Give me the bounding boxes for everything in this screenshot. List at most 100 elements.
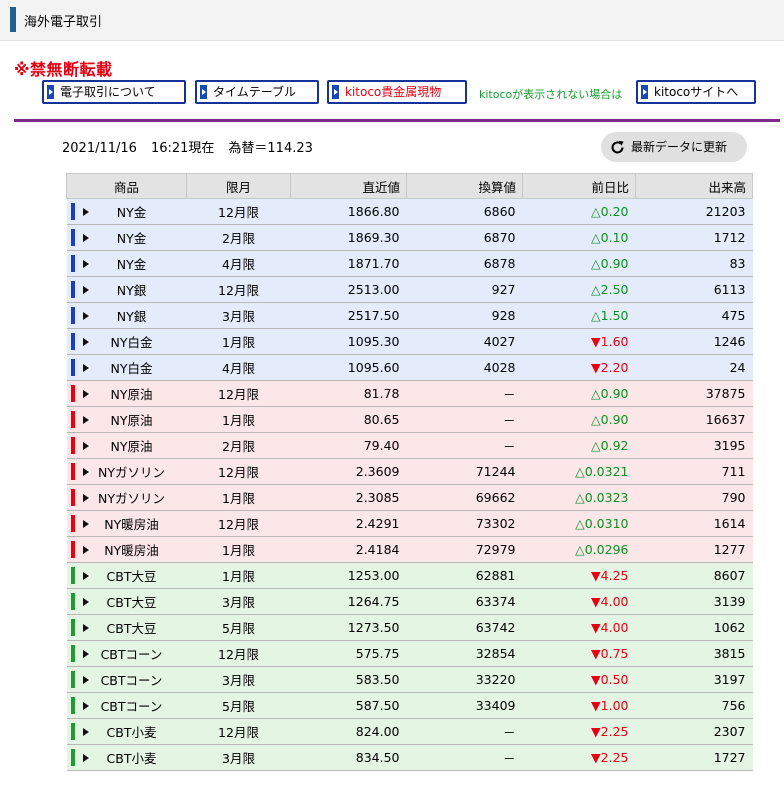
arrow-right-icon <box>47 85 54 99</box>
product-cell[interactable]: NY白金 <box>66 354 187 381</box>
change-from-previous-day: ▼2.25 <box>522 744 636 771</box>
table-row[interactable]: NY金 4月限 1871.70 6878 △0.90 83 <box>66 250 753 277</box>
table-row[interactable]: NYガソリン 12月限 2.3609 71244 △0.0321 711 <box>66 458 753 485</box>
contract-month: 4月限 <box>186 354 291 381</box>
product-cell[interactable]: NY原油 <box>66 432 187 459</box>
latest-price: 575.75 <box>290 640 407 667</box>
product-cell[interactable]: CBT大豆 <box>66 614 187 641</box>
play-arrow-icon <box>82 753 89 762</box>
product-cell[interactable]: NY原油 <box>66 380 187 407</box>
product-cell[interactable]: NY金 <box>66 224 187 251</box>
kitoco-site-button[interactable]: kitocoサイトへ <box>636 80 756 104</box>
change-from-previous-day: △0.0323 <box>522 484 636 511</box>
table-row[interactable]: NY白金 1月限 1095.30 4027 ▼1.60 1246 <box>66 328 753 355</box>
product-name: CBTコーン <box>100 647 163 662</box>
about-trading-label: 電子取引について <box>60 85 156 99</box>
product-cell[interactable]: CBTコーン <box>66 666 187 693</box>
section-divider <box>14 119 780 122</box>
product-cell[interactable]: CBTコーン <box>66 692 187 719</box>
contract-month: 1月限 <box>186 562 291 589</box>
product-cell[interactable]: NY金 <box>66 198 187 225</box>
table-row[interactable]: NY銀 3月限 2517.50 928 △1.50 475 <box>66 302 753 329</box>
product-cell[interactable]: CBTコーン <box>66 640 187 667</box>
about-trading-button[interactable]: 電子取引について <box>42 80 186 104</box>
play-arrow-icon <box>82 233 89 242</box>
contract-month: 1月限 <box>186 484 291 511</box>
product-cell[interactable]: CBT小麦 <box>66 744 187 771</box>
contract-month: 1月限 <box>186 328 291 355</box>
product-name: NYガソリン <box>98 465 165 480</box>
latest-price: 1871.70 <box>290 250 407 277</box>
product-cell[interactable]: NY銀 <box>66 302 187 329</box>
table-row[interactable]: NY銀 12月限 2513.00 927 △2.50 6113 <box>66 276 753 303</box>
table-row[interactable]: NY金 12月限 1866.80 6860 △0.20 21203 <box>66 198 753 225</box>
category-marker <box>70 411 75 428</box>
product-name: NY原油 <box>110 439 153 454</box>
column-header-converted: 換算値 <box>406 173 523 199</box>
page-header: 海外電子取引 <box>0 0 784 41</box>
table-row[interactable]: NY金 2月限 1869.30 6870 △0.10 1712 <box>66 224 753 251</box>
play-arrow-icon <box>82 467 89 476</box>
product-cell[interactable]: CBT小麦 <box>66 718 187 745</box>
contract-month: 1月限 <box>186 406 291 433</box>
contract-month: 2月限 <box>186 224 291 251</box>
latest-price: 2517.50 <box>290 302 407 329</box>
table-row[interactable]: NY暖房油 1月限 2.4184 72979 △0.0296 1277 <box>66 536 753 563</box>
table-row[interactable]: NY原油 2月限 79.40 － △0.92 3195 <box>66 432 753 459</box>
product-cell[interactable]: NY白金 <box>66 328 187 355</box>
contract-month: 12月限 <box>186 276 291 303</box>
product-name: NY白金 <box>110 335 153 350</box>
table-row[interactable]: CBT小麦 3月限 834.50 － ▼2.25 1727 <box>66 744 753 771</box>
contract-month: 1月限 <box>186 536 291 563</box>
change-from-previous-day: △0.90 <box>522 250 636 277</box>
contract-month: 3月限 <box>186 588 291 615</box>
product-cell[interactable]: NY銀 <box>66 276 187 303</box>
category-marker <box>70 385 75 402</box>
table-row[interactable]: NY原油 1月限 80.65 － △0.90 16637 <box>66 406 753 433</box>
kitoco-precious-metals-label: kitoco貴金属現物 <box>345 85 442 99</box>
table-row[interactable]: CBT大豆 1月限 1253.00 62881 ▼4.25 8607 <box>66 562 753 589</box>
table-row[interactable]: CBT大豆 5月限 1273.50 63742 ▼4.00 1062 <box>66 614 753 641</box>
latest-price: 79.40 <box>290 432 407 459</box>
converted-price: 69662 <box>406 484 523 511</box>
latest-price: 2.3085 <box>290 484 407 511</box>
table-row[interactable]: NY白金 4月限 1095.60 4028 ▼2.20 24 <box>66 354 753 381</box>
converted-price: 4027 <box>406 328 523 355</box>
latest-price: 587.50 <box>290 692 407 719</box>
table-row[interactable]: NYガソリン 1月限 2.3085 69662 △0.0323 790 <box>66 484 753 511</box>
change-from-previous-day: ▼2.20 <box>522 354 636 381</box>
play-arrow-icon <box>82 285 89 294</box>
trading-volume: 1614 <box>635 510 753 537</box>
refresh-data-button[interactable]: 最新データに更新 <box>601 132 747 162</box>
timestamp-time: 16:21現在 <box>150 141 215 156</box>
product-cell[interactable]: CBT大豆 <box>66 588 187 615</box>
kitoco-precious-metals-button[interactable]: kitoco貴金属現物 <box>327 80 467 104</box>
product-cell[interactable]: NY原油 <box>66 406 187 433</box>
trading-volume: 3139 <box>635 588 753 615</box>
product-cell[interactable]: CBT大豆 <box>66 562 187 589</box>
latest-price: 1095.30 <box>290 328 407 355</box>
converted-price: 63742 <box>406 614 523 641</box>
latest-price: 834.50 <box>290 744 407 771</box>
product-cell[interactable]: NY暖房油 <box>66 510 187 537</box>
timetable-button[interactable]: タイムテーブル <box>195 80 319 104</box>
product-cell[interactable]: NYガソリン <box>66 458 187 485</box>
product-cell[interactable]: NYガソリン <box>66 484 187 511</box>
table-row[interactable]: CBTコーン 12月限 575.75 32854 ▼0.75 3815 <box>66 640 753 667</box>
product-cell[interactable]: NY金 <box>66 250 187 277</box>
change-from-previous-day: △0.92 <box>522 432 636 459</box>
table-row[interactable]: CBT大豆 3月限 1264.75 63374 ▼4.00 3139 <box>66 588 753 615</box>
table-row[interactable]: NY暖房油 12月限 2.4291 73302 △0.0310 1614 <box>66 510 753 537</box>
change-from-previous-day: △1.50 <box>522 302 636 329</box>
table-row[interactable]: NY原油 12月限 81.78 － △0.90 37875 <box>66 380 753 407</box>
product-cell[interactable]: NY暖房油 <box>66 536 187 563</box>
converted-price: 72979 <box>406 536 523 563</box>
table-row[interactable]: CBT小麦 12月限 824.00 － ▼2.25 2307 <box>66 718 753 745</box>
latest-price: 1866.80 <box>290 198 407 225</box>
table-row[interactable]: CBTコーン 3月限 583.50 33220 ▼0.50 3197 <box>66 666 753 693</box>
category-marker <box>70 281 75 298</box>
product-name: NY金 <box>116 231 147 246</box>
table-row[interactable]: CBTコーン 5月限 587.50 33409 ▼1.00 756 <box>66 692 753 719</box>
category-marker <box>70 437 75 454</box>
kitoco-site-label: kitocoサイトへ <box>654 85 739 99</box>
